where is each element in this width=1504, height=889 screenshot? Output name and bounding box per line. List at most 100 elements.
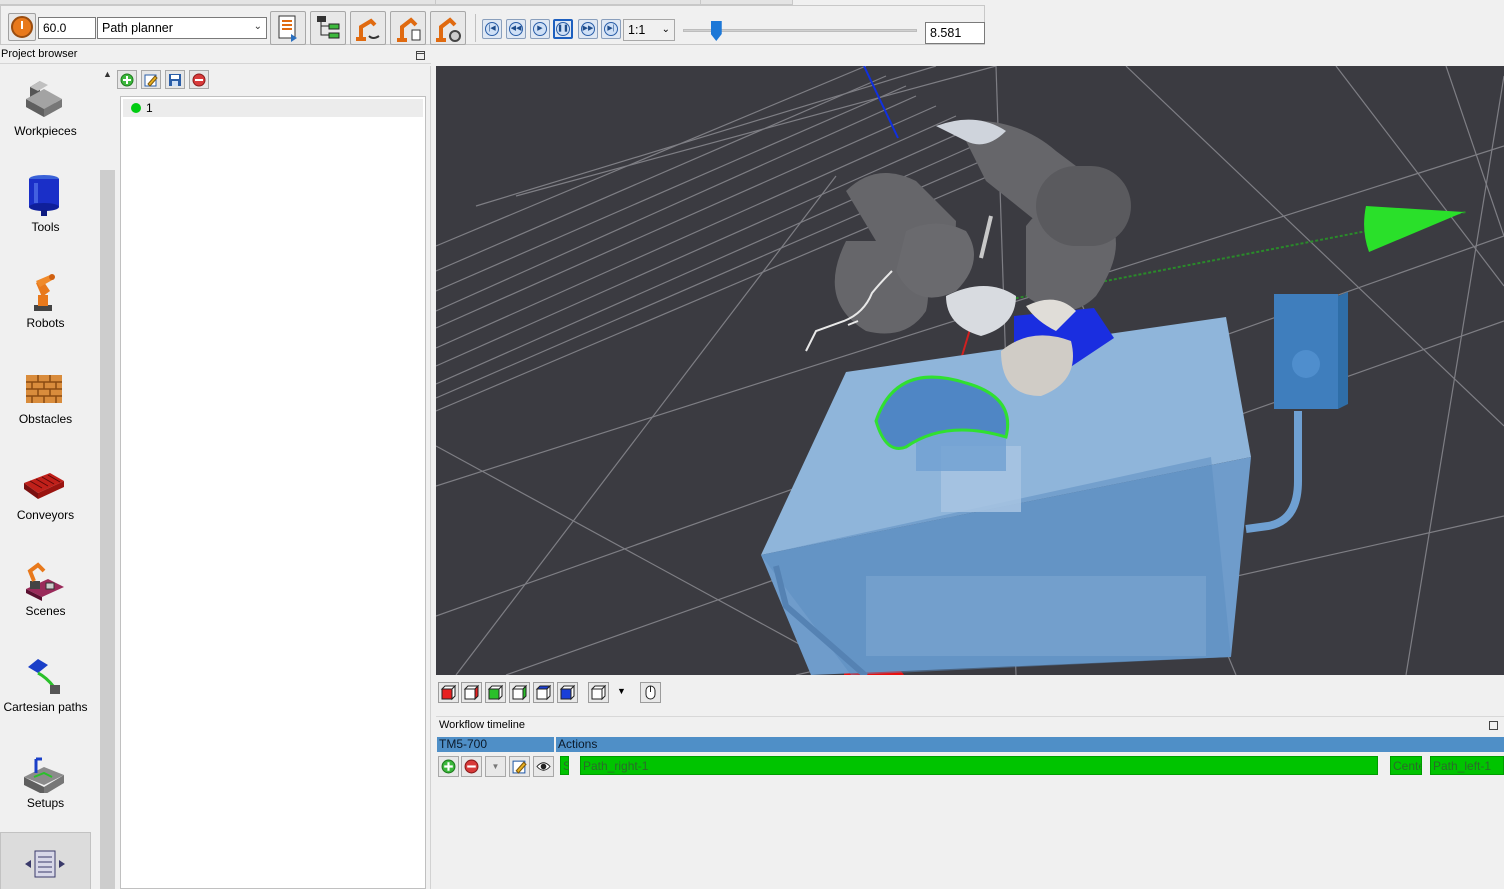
sidebar-item-obstacles[interactable]: Obstacles xyxy=(0,353,91,449)
speed-input[interactable]: 60.0 xyxy=(38,17,96,39)
sidebar-item-label: Cartesian paths xyxy=(3,700,88,714)
view-bottom-button[interactable] xyxy=(557,682,578,703)
step-forward-button[interactable]: ▶▶ xyxy=(578,19,598,39)
tree-item[interactable]: 1 xyxy=(123,99,423,117)
chevron-down-icon: ⌄ xyxy=(253,21,262,32)
down-icon: ▼ xyxy=(491,762,500,771)
mode-select-value: Path planner xyxy=(102,21,173,35)
speed-dial-icon[interactable] xyxy=(8,13,36,41)
3d-viewport[interactable] xyxy=(436,66,1504,675)
add-button[interactable] xyxy=(117,70,137,89)
play-button[interactable]: ▶ xyxy=(530,19,550,39)
project-tree: 1 xyxy=(120,96,426,889)
sidebar-item-label: Setups xyxy=(26,796,65,810)
project-browser-title: Project browser xyxy=(1,48,78,60)
view-right-button[interactable] xyxy=(509,682,530,703)
workflow-timeline-panel: Workflow timeline TM5-700 Actions ▼ S Pa… xyxy=(436,716,1504,889)
pause-button[interactable]: ❚❚ xyxy=(553,19,573,39)
view-toolbar: ▼ xyxy=(436,676,1504,709)
project-browser-sidebar: Workpieces Tools Robots Obstacles Convey… xyxy=(0,65,91,889)
sidebar-item-workpieces[interactable]: Workpieces xyxy=(0,65,91,161)
timeline-block[interactable]: Path_left-1 xyxy=(1430,756,1504,775)
timeline-row: ▼ S Path_right-1 Cente Path_left-1 xyxy=(436,754,1504,780)
chevron-down-icon[interactable]: ▼ xyxy=(617,686,626,696)
scene-render xyxy=(436,66,1504,675)
view-front-button[interactable] xyxy=(438,682,459,703)
view-back-button[interactable] xyxy=(461,682,482,703)
pause-icon: ❚❚ xyxy=(556,22,570,36)
sidebar-item-workflow[interactable] xyxy=(0,832,91,889)
cartesian-path-icon xyxy=(28,659,60,694)
robot-reach-icon xyxy=(397,17,421,42)
timeline-slider-thumb[interactable] xyxy=(710,21,722,41)
workflow-icon xyxy=(25,850,65,878)
mouse-mode-button[interactable] xyxy=(640,682,661,703)
mouse-mode-icon xyxy=(645,685,656,700)
workflow-timeline-header: Workflow timeline xyxy=(436,716,1504,734)
skip-to-start-button[interactable]: |◀ xyxy=(482,19,502,39)
workflow-timeline-title: Workflow timeline xyxy=(439,719,525,731)
skip-to-end-icon: ▶| xyxy=(604,22,618,36)
sidebar-scrollbar[interactable]: ▲ xyxy=(100,66,116,889)
view-left-icon xyxy=(487,684,504,701)
sidebar-item-cartesian-paths[interactable]: Cartesian paths xyxy=(0,641,91,737)
panel-restore-icon[interactable] xyxy=(1489,721,1498,730)
setup-icon xyxy=(24,757,64,793)
save-icon xyxy=(169,73,181,86)
edit-button[interactable] xyxy=(141,70,161,89)
path-list-button[interactable] xyxy=(270,11,306,45)
timeline-block[interactable]: S xyxy=(560,756,569,775)
scrollbar-thumb[interactable] xyxy=(100,170,115,889)
view-top-button[interactable] xyxy=(533,682,554,703)
current-time-field[interactable]: 8.581 xyxy=(925,22,985,44)
status-dot xyxy=(131,103,141,113)
sidebar-item-robots[interactable]: Robots xyxy=(0,257,91,353)
sidebar-item-scenes[interactable]: Scenes xyxy=(0,545,91,641)
scroll-up-icon[interactable]: ▲ xyxy=(103,69,112,79)
view-left-button[interactable] xyxy=(485,682,506,703)
sidebar-item-setups[interactable]: Setups xyxy=(0,737,91,833)
view-bottom-icon xyxy=(559,684,576,701)
remove-action-button[interactable] xyxy=(461,756,482,777)
robot-move-button[interactable] xyxy=(350,11,386,45)
sidebar-item-label: Obstacles xyxy=(18,412,73,426)
project-browser-header: Project browser xyxy=(0,48,431,64)
edit-icon xyxy=(512,760,527,774)
view-top-icon xyxy=(535,684,552,701)
tree-item-label: 1 xyxy=(146,101,153,115)
timeline-block[interactable]: Cente xyxy=(1390,756,1422,775)
skip-to-end-button[interactable]: ▶| xyxy=(601,19,621,39)
edit-action-button[interactable] xyxy=(509,756,530,777)
timeline-block[interactable]: Path_right-1 xyxy=(580,756,1378,775)
add-icon xyxy=(441,759,456,774)
robot-settings-icon xyxy=(436,17,461,42)
sidebar-item-label: Workpieces xyxy=(14,124,77,138)
move-down-button[interactable]: ▼ xyxy=(485,756,506,777)
view-iso-button[interactable] xyxy=(588,682,609,703)
sidebar-item-tools[interactable]: Tools xyxy=(0,161,91,257)
app-window: 60.0 Path planner ⌄ |◀ ◀◀ ▶ ❚❚ ▶▶ ▶| 1:1… xyxy=(0,0,1504,889)
save-button[interactable] xyxy=(165,70,185,89)
sidebar-item-label: Tools xyxy=(31,220,60,234)
sidebar-item-label: Robots xyxy=(26,316,65,330)
robot-reach-button[interactable] xyxy=(390,11,426,45)
playback-ratio-select[interactable]: 1:1 ⌄ xyxy=(623,19,675,41)
mode-select[interactable]: Path planner ⌄ xyxy=(97,17,267,39)
tree-structure-icon xyxy=(317,16,340,39)
panel-restore-icon[interactable] xyxy=(416,51,425,60)
remove-button[interactable] xyxy=(189,70,209,89)
visibility-button[interactable] xyxy=(533,756,554,777)
project-browser-panel: Project browser Workpieces Tools Robots … xyxy=(0,48,431,889)
add-action-button[interactable] xyxy=(438,756,459,777)
step-back-button[interactable]: ◀◀ xyxy=(506,19,526,39)
toolbar-separator xyxy=(475,14,476,42)
edit-icon xyxy=(144,74,158,87)
robot-move-icon xyxy=(356,18,380,41)
brick-wall-icon xyxy=(26,375,62,403)
remove-icon xyxy=(192,73,206,86)
robot-icon xyxy=(34,274,55,311)
step-forward-icon: ▶▶ xyxy=(581,22,595,36)
sidebar-item-conveyors[interactable]: Conveyors xyxy=(0,449,91,545)
robot-settings-button[interactable] xyxy=(430,11,466,45)
tree-structure-button[interactable] xyxy=(310,11,346,45)
